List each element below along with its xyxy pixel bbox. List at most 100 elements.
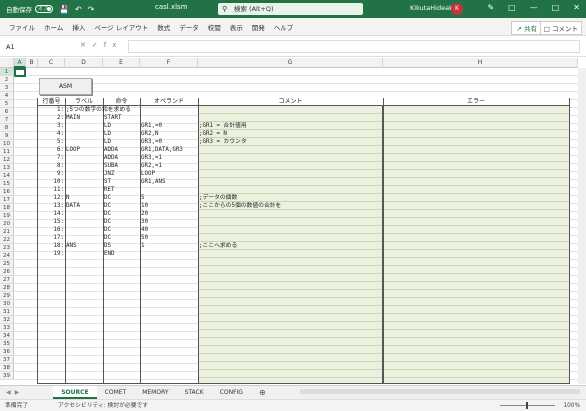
comment-cell[interactable] — [199, 234, 382, 242]
line-number[interactable]: 7: — [38, 154, 64, 162]
pen-icon[interactable]: ✎ — [487, 3, 494, 12]
column-header-g[interactable]: G — [198, 58, 383, 68]
comment-cell[interactable] — [199, 154, 382, 162]
line-number[interactable]: 13: — [38, 202, 64, 210]
row-header[interactable]: 39 — [0, 372, 14, 380]
column-header-d[interactable]: D — [65, 58, 103, 68]
row-header[interactable]: 15 — [0, 180, 14, 188]
column-header-c[interactable]: C — [38, 58, 65, 68]
row-header[interactable]: 18 — [0, 204, 14, 212]
select-all-corner[interactable] — [0, 58, 14, 68]
op-cell[interactable]: DS — [104, 242, 139, 250]
tab-stack[interactable]: STACK — [177, 386, 212, 399]
comment-cell[interactable]: ;GR2 = N — [199, 130, 382, 138]
op-cell[interactable]: LD — [104, 122, 139, 130]
comments-button[interactable]: □ コメント — [539, 21, 582, 35]
comment-cell[interactable] — [199, 146, 382, 154]
column-header-a[interactable]: A — [14, 58, 26, 68]
menu-help[interactable]: ヘルプ — [274, 22, 294, 32]
operand-cell[interactable]: GR3,=0 — [141, 138, 197, 146]
comment-cell[interactable]: ;データの個数 — [199, 194, 382, 202]
line-number[interactable]: 10: — [38, 178, 64, 186]
comment-cell[interactable] — [199, 178, 382, 186]
line-number[interactable]: 16: — [38, 226, 64, 234]
comment-cell[interactable] — [199, 114, 382, 122]
op-cell[interactable]: DC — [104, 194, 139, 202]
tab-memory[interactable]: MEMORY — [134, 386, 176, 399]
op-cell[interactable]: DC — [104, 226, 139, 234]
tab-source[interactable]: SOURCE — [53, 386, 97, 399]
op-cell[interactable]: JNZ — [104, 170, 139, 178]
row-header[interactable]: 9 — [0, 132, 14, 140]
redo-icon[interactable]: ↷ — [88, 5, 95, 14]
menu-page-layout[interactable]: ページ レイアウト — [94, 22, 148, 32]
line-number[interactable]: 3: — [38, 122, 64, 130]
column-header-f[interactable]: F — [140, 58, 198, 68]
column-header-b[interactable]: B — [26, 58, 38, 68]
operand-cell[interactable] — [141, 186, 197, 194]
operand-cell[interactable]: LOOP — [141, 170, 197, 178]
comment-cell[interactable]: ;GR1 = 合計値用 — [199, 122, 382, 130]
row-header[interactable]: 21 — [0, 228, 14, 236]
line-number[interactable]: 19: — [38, 250, 64, 258]
comment-cell[interactable]: ;ここからの5個の数値の合計を — [199, 202, 382, 210]
formula-input[interactable] — [128, 40, 580, 53]
op-cell[interactable]: LD — [104, 130, 139, 138]
row-header[interactable]: 12 — [0, 156, 14, 164]
op-cell[interactable]: DC — [104, 202, 139, 210]
undo-icon[interactable]: ↶ — [75, 5, 82, 14]
line-number[interactable]: 12: — [38, 194, 64, 202]
menu-review[interactable]: 校閲 — [208, 22, 221, 32]
row-header[interactable]: 30 — [0, 300, 14, 308]
row-header[interactable]: 19 — [0, 212, 14, 220]
op-cell[interactable]: END — [104, 250, 139, 258]
line-number[interactable]: 9: — [38, 170, 64, 178]
row-header[interactable]: 35 — [0, 340, 14, 348]
operand-cell[interactable]: 20 — [141, 210, 197, 218]
tab-config[interactable]: CONFIG — [212, 386, 251, 399]
comment-cell[interactable] — [199, 226, 382, 234]
zoom-thumb[interactable] — [526, 402, 528, 409]
operand-cell[interactable]: 30 — [141, 218, 197, 226]
menu-insert[interactable]: 挿入 — [72, 22, 85, 32]
row-header[interactable]: 24 — [0, 252, 14, 260]
row-header[interactable]: 26 — [0, 268, 14, 276]
row-header[interactable]: 25 — [0, 260, 14, 268]
name-box[interactable]: A1 — [3, 41, 58, 53]
row-header[interactable]: 10 — [0, 140, 14, 148]
menu-formulas[interactable]: 数式 — [157, 22, 170, 32]
row-header[interactable]: 7 — [0, 116, 14, 124]
row-header[interactable]: 29 — [0, 292, 14, 300]
row-header[interactable]: 6 — [0, 108, 14, 116]
menu-data[interactable]: データ — [179, 22, 199, 32]
op-cell[interactable]: DC — [104, 234, 139, 242]
row-header[interactable]: 14 — [0, 172, 14, 180]
op-cell[interactable]: LD — [104, 138, 139, 146]
operand-cell[interactable]: GR2,=1 — [141, 162, 197, 170]
avatar[interactable]: K — [451, 3, 463, 15]
save-icon[interactable]: 💾 — [59, 5, 69, 14]
operand-cell[interactable] — [141, 106, 197, 114]
comment-cell[interactable] — [199, 210, 382, 218]
maximize-icon[interactable]: □ — [552, 3, 560, 12]
op-cell[interactable]: ADDA — [104, 154, 139, 162]
row-header[interactable]: 3 — [0, 84, 14, 92]
op-cell[interactable]: ADDA — [104, 146, 139, 154]
search-box[interactable]: ⚲ 検索 (Alt+Q) — [218, 3, 363, 15]
line-number[interactable]: 11: — [38, 186, 64, 194]
line-number[interactable]: 1: — [38, 106, 64, 114]
ribbon-display-icon[interactable]: □ — [508, 3, 516, 12]
row-header[interactable]: 20 — [0, 220, 14, 228]
menu-view[interactable]: 表示 — [230, 22, 243, 32]
op-cell[interactable]: SUBA — [104, 162, 139, 170]
vertical-scrollbar[interactable] — [578, 68, 586, 384]
asm-button[interactable]: ASM — [39, 78, 92, 95]
row-header[interactable]: 27 — [0, 276, 14, 284]
row-header[interactable]: 17 — [0, 196, 14, 204]
zoom-level[interactable]: 100% — [563, 400, 580, 411]
row-header[interactable]: 28 — [0, 284, 14, 292]
close-icon[interactable]: ✕ — [573, 3, 580, 12]
line-number[interactable]: 15: — [38, 218, 64, 226]
op-cell[interactable]: ST — [104, 178, 139, 186]
row-header[interactable]: 11 — [0, 148, 14, 156]
